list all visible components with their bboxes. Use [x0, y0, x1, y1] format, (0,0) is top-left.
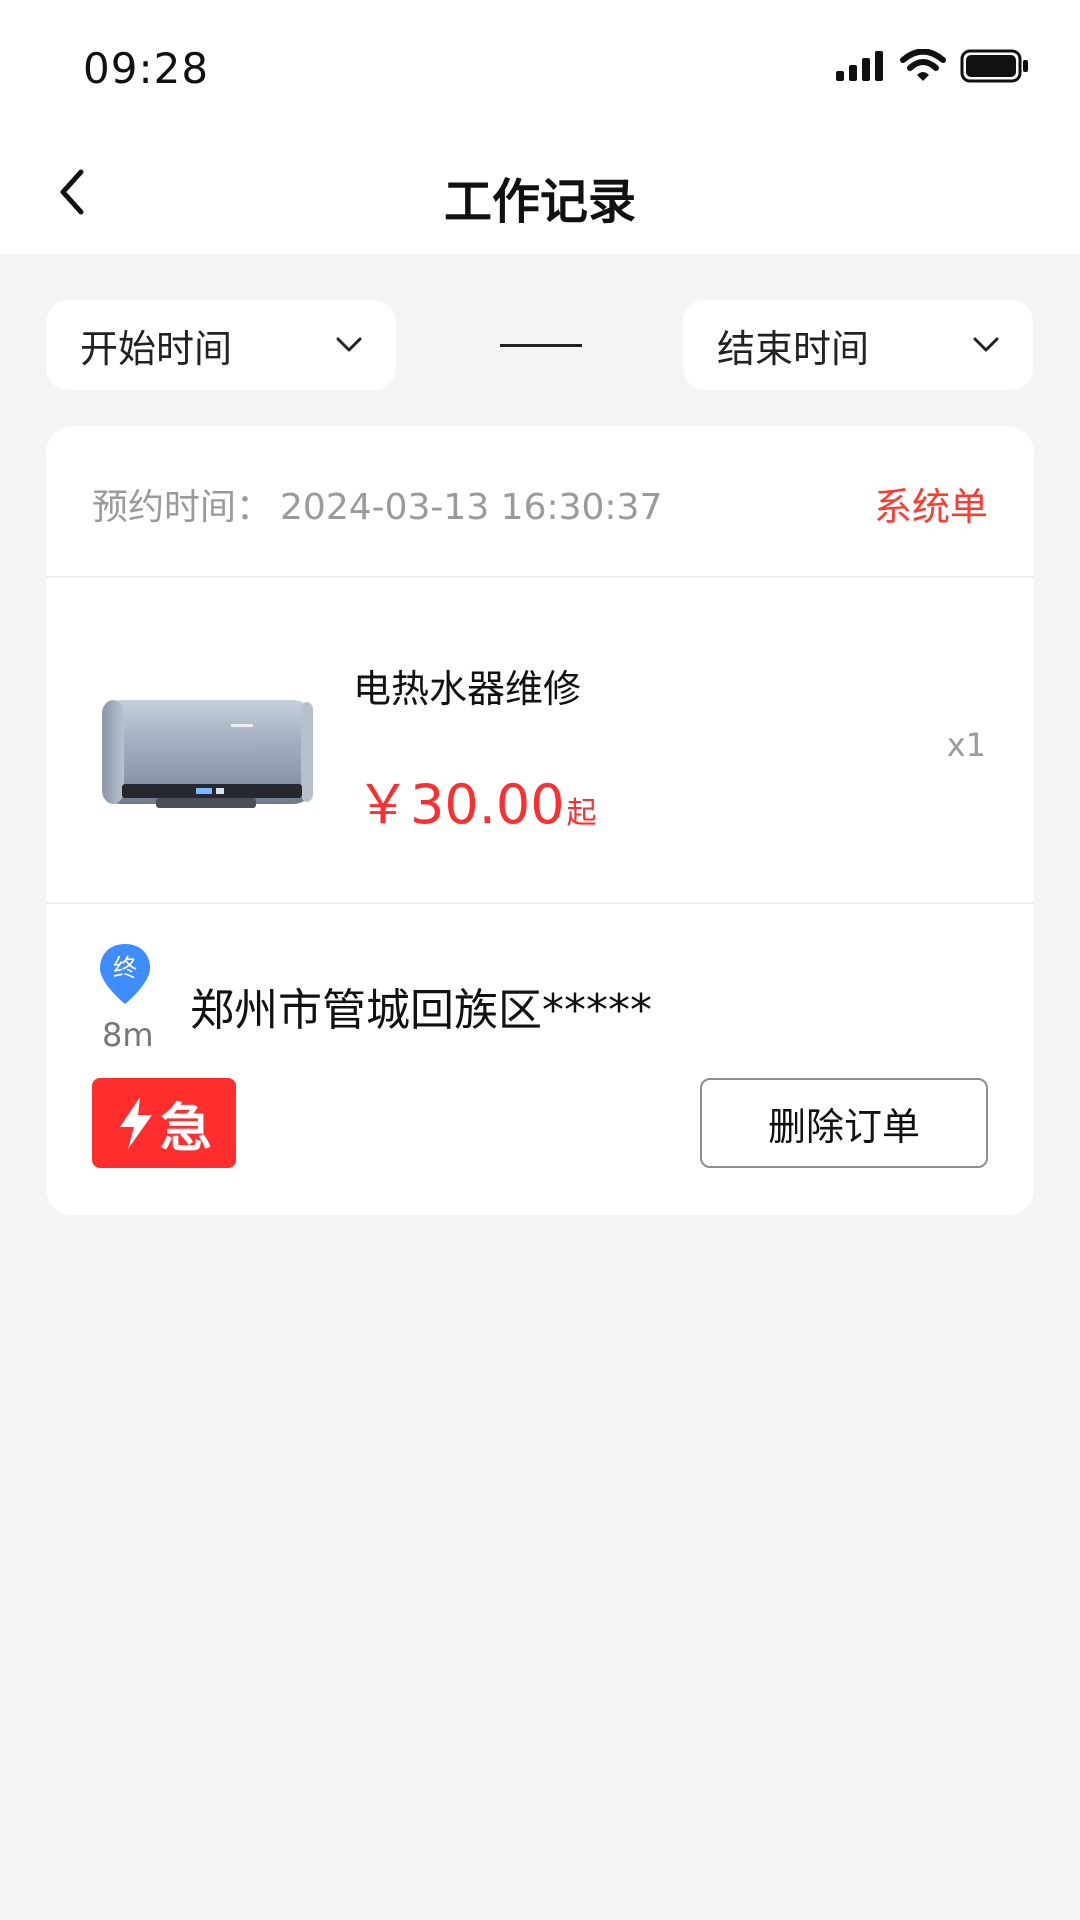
product-price: ￥30.00起 [356, 760, 597, 839]
top-bar: 09:28 工作记录 [0, 0, 1080, 254]
price-suffix: 起 [566, 796, 597, 831]
battery-icon [960, 49, 1028, 83]
divider [46, 576, 1034, 578]
address: 郑州市管城回族区***** [190, 985, 652, 1036]
end-time-label: 结束时间 [717, 326, 870, 371]
location-pin-icon: 终 [100, 944, 150, 1004]
end-time-picker[interactable]: 结束时间 [683, 300, 1033, 390]
divider [46, 902, 1034, 904]
lightning-icon [119, 1097, 152, 1149]
order-type-badge: 系统单 [873, 485, 988, 529]
water-heater-image [102, 700, 313, 808]
wifi-icon [900, 49, 946, 81]
appointment-label: 预约时间： [92, 487, 273, 528]
appointment-time: 2024-03-13 16:30:37 [280, 487, 663, 528]
urgent-label: 急 [159, 1098, 212, 1159]
delete-order-button[interactable]: 删除订单 [700, 1078, 988, 1168]
chevron-down-icon [973, 337, 999, 352]
pin-label: 终 [113, 954, 137, 982]
product-quantity: x1 [946, 726, 986, 764]
start-time-label: 开始时间 [80, 326, 233, 371]
currency-symbol: ￥ [356, 773, 410, 836]
start-time-picker[interactable]: 开始时间 [46, 300, 396, 390]
order-card[interactable]: 预约时间： 2024-03-13 16:30:37 系统单 电热水器维修 ￥30… [46, 426, 1034, 1215]
distance: 8m [102, 1016, 154, 1054]
appointment-info: 预约时间： 2024-03-13 16:30:37 [92, 478, 662, 530]
product-name: 电热水器维修 [353, 667, 582, 711]
date-range-separator [500, 344, 582, 347]
chevron-down-icon [336, 337, 362, 352]
status-time: 09:28 [83, 44, 210, 93]
page-title: 工作记录 [443, 174, 636, 230]
urgent-badge: 急 [92, 1078, 236, 1168]
price-value: 30.00 [410, 773, 565, 836]
signal-icon [836, 51, 883, 81]
work-record-screen: 09:28 工作记录 开始时间 结束时间 预约时间： 2024-03-13 16… [0, 0, 1080, 1920]
status-icons [836, 46, 1030, 86]
